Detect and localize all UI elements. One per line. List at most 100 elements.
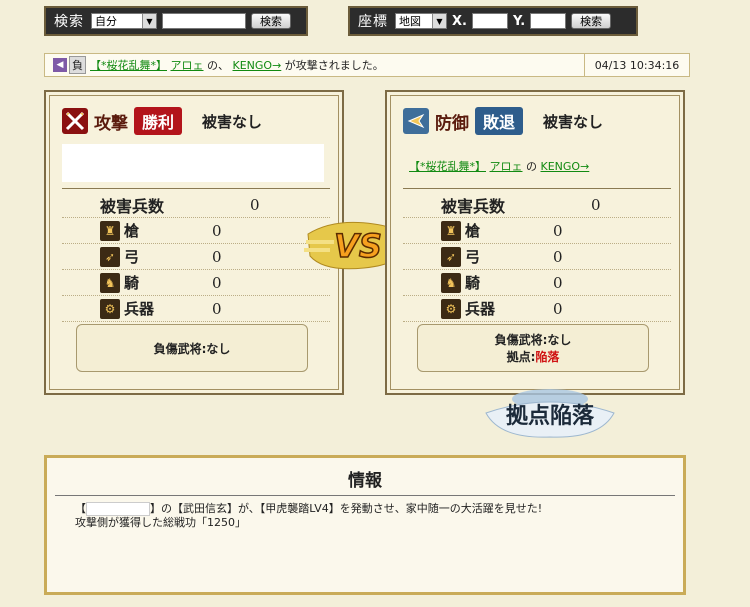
defense-stats: 被害兵数 0 ♜ 槍 0 ➶ 弓 0 ♞ 騎 0 ⚙ 兵器 0 <box>403 192 671 322</box>
info-skill-text: 】の【武田信玄】が、【甲虎襲踏LV4】を発動させ、家中随一の大活躍を見せた! <box>150 502 543 515</box>
search-toolbar: 検索 自分 ▼ 検索 <box>44 6 308 36</box>
defense-panel: 防御 敗退 被害なし 【*桜花乱舞*】 アロェ の KENGO→ 被害兵数 0 … <box>385 90 685 395</box>
injured-generals-box: 負傷武将:なし 拠点:陥落 <box>417 324 649 372</box>
info-bracket: 【 <box>75 502 86 515</box>
attack-stats: 被害兵数 0 ♜ 槍 0 ➶ 弓 0 ♞ 騎 0 ⚙ 兵器 0 <box>62 192 330 322</box>
notice-text: が攻撃されました。 <box>284 59 384 72</box>
player-link[interactable]: アロェ <box>171 59 204 72</box>
shield-icon <box>403 108 429 134</box>
alliance-link[interactable]: 【*桜花乱舞*】 <box>409 160 486 173</box>
defender-connector: の <box>526 160 537 173</box>
unit-value: 0 <box>212 273 222 292</box>
spear-icon: ♜ <box>441 220 461 241</box>
base-label: 拠点: <box>506 350 536 364</box>
defender-info: 【*桜花乱舞*】 アロェ の KENGO→ <box>409 158 589 174</box>
territory-link[interactable]: KENGO→ <box>541 160 590 173</box>
search-label: 検索 <box>54 14 84 30</box>
search-button[interactable]: 検索 <box>251 13 291 29</box>
flag-icon: ◀ <box>53 58 67 72</box>
search-input[interactable] <box>162 13 246 29</box>
win-badge: 勝利 <box>134 107 183 135</box>
spear-icon: ♜ <box>100 220 120 241</box>
unit-value: 0 <box>553 221 563 240</box>
injured-generals-label: 負傷武将:なし <box>153 341 231 356</box>
unit-row-bow: ➶ 弓 0 <box>62 244 330 270</box>
coordinate-mode-select[interactable]: 地図 ▼ <box>395 13 447 29</box>
divider <box>403 188 671 189</box>
unit-value: 0 <box>553 247 563 266</box>
result-badge: 負 <box>69 56 86 74</box>
unit-row-spear: ♜ 槍 0 <box>403 218 671 244</box>
alliance-link[interactable]: 【*桜花乱舞*】 <box>90 59 167 72</box>
unit-row-spear: ♜ 槍 0 <box>62 218 330 244</box>
unit-label: 兵器 <box>465 300 496 318</box>
damage-status: 被害なし <box>202 112 263 131</box>
unit-row-horse: ♞ 騎 0 <box>403 270 671 296</box>
stats-header-row: 被害兵数 0 <box>62 192 330 218</box>
vs-text: VS <box>334 227 382 265</box>
search-scope-select[interactable]: 自分 ▼ <box>91 13 157 29</box>
attack-header: 攻撃 勝利 被害なし <box>62 106 332 136</box>
bow-icon: ➶ <box>100 246 120 267</box>
y-coordinate-input[interactable] <box>530 13 567 29</box>
unit-value: 0 <box>212 221 222 240</box>
unit-value: 0 <box>212 247 222 266</box>
unit-row-bow: ➶ 弓 0 <box>403 244 671 270</box>
coordinate-label: 座標 <box>358 14 388 30</box>
unit-label: 弓 <box>124 248 140 266</box>
search-scope-value: 自分 <box>95 15 117 28</box>
weapon-icon: ⚙ <box>441 298 461 319</box>
y-label: Y. <box>512 13 526 29</box>
unit-label: 槍 <box>465 222 481 240</box>
defeat-badge: 敗退 <box>475 107 524 135</box>
attack-panel: 攻撃 勝利 被害なし 被害兵数 0 ♜ 槍 0 ➶ 弓 0 ♞ 騎 0 ⚙ 兵器 0 負… <box>44 90 344 395</box>
info-text: 【】の【武田信玄】が、【甲虎襲踏LV4】を発動させ、家中随一の大活躍を見せた! … <box>75 502 683 530</box>
crossed-swords-icon <box>62 108 88 134</box>
unit-label: 騎 <box>124 274 140 292</box>
attack-title: 攻撃 <box>94 113 128 134</box>
unit-value: 0 <box>553 273 563 292</box>
info-panel: 情報 【 】の【武田信玄】が、【甲虎襲踏LV4】を発動させ、家中随一の大活躍を見せ… <box>44 455 686 595</box>
horse-icon: ♞ <box>441 272 461 293</box>
base-status-line: 拠点:陥落 <box>507 348 560 365</box>
base-captured-stamp: 拠点陥落 <box>485 389 615 438</box>
chevron-down-icon: ▼ <box>142 14 156 28</box>
bow-icon: ➶ <box>441 246 461 267</box>
player-link[interactable]: アロェ <box>490 160 523 173</box>
attacker-name-box <box>62 144 324 182</box>
defense-header: 防御 敗退 被害なし <box>403 106 673 136</box>
weapon-icon: ⚙ <box>100 298 120 319</box>
unit-row-weapon: ⚙ 兵器 0 <box>62 296 330 322</box>
unit-value: 0 <box>212 299 222 318</box>
coordinate-search-button[interactable]: 検索 <box>571 13 612 29</box>
stats-header-row: 被害兵数 0 <box>403 192 671 218</box>
battle-notice: ◀ 負 【*桜花乱舞*】 アロェ の、 KENGO→ が攻撃されました。 04/… <box>44 53 690 77</box>
info-title: 情報 <box>348 471 382 491</box>
x-coordinate-input[interactable] <box>471 13 508 29</box>
unit-label: 騎 <box>465 274 481 292</box>
chevron-down-icon: ▼ <box>432 14 446 28</box>
casualties-value: 0 <box>250 195 260 214</box>
notice-message: 【*桜花乱舞*】 アロェ の、 KENGO→ が攻撃されました。 <box>90 57 584 73</box>
unit-row-horse: ♞ 騎 0 <box>62 270 330 296</box>
notice-connector: の、 <box>207 59 229 72</box>
base-status: 陥落 <box>535 350 560 364</box>
notice-timestamp: 04/13 10:34:16 <box>584 54 689 76</box>
damage-status: 被害なし <box>543 112 604 131</box>
redacted-name <box>86 502 150 516</box>
horse-icon: ♞ <box>100 272 120 293</box>
casualties-value: 0 <box>591 195 601 214</box>
info-line-1: 【 】の【武田信玄】が、【甲虎襲踏LV4】を発動させ、家中随一の大活躍を見せた! <box>75 502 683 516</box>
divider <box>55 495 675 496</box>
unit-value: 0 <box>553 299 563 318</box>
defense-title: 防御 <box>435 113 469 134</box>
base-captured-text: 拠点陥落 <box>506 403 595 429</box>
unit-row-weapon: ⚙ 兵器 0 <box>403 296 671 322</box>
info-line-2: 攻撃側が獲得した総戦功「1250」 <box>75 516 246 529</box>
territory-link[interactable]: KENGO→ <box>233 59 282 72</box>
injured-generals-box: 負傷武将:なし <box>76 324 308 372</box>
unit-label: 兵器 <box>124 300 155 318</box>
coordinate-toolbar: 座標 地図 ▼ X. Y. 検索 <box>348 6 638 36</box>
injured-generals-label: 負傷武将:なし <box>494 333 572 347</box>
unit-label: 槍 <box>124 222 140 240</box>
